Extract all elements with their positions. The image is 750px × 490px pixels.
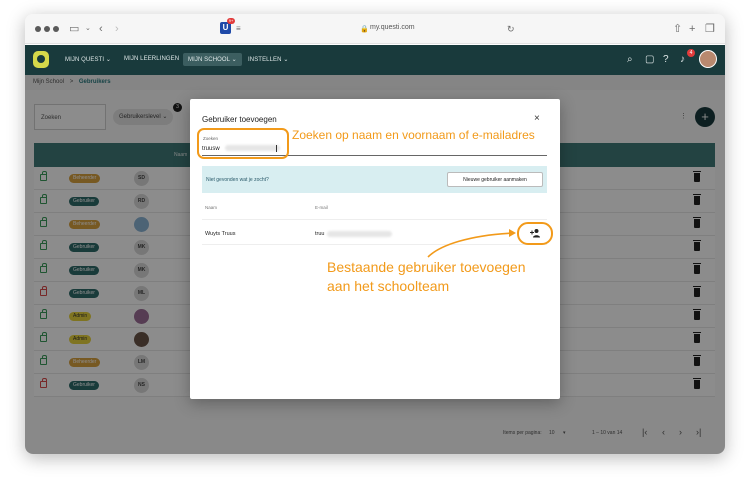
add-user-annotation: Bestaande gebruiker toevoegen aan het sc… bbox=[327, 258, 525, 296]
annotation-arrow bbox=[427, 229, 516, 258]
add-user-annotation-line2: aan het schoolteam bbox=[327, 278, 450, 294]
add-user-annotation-line1: Bestaande gebruiker toevoegen bbox=[327, 259, 526, 275]
